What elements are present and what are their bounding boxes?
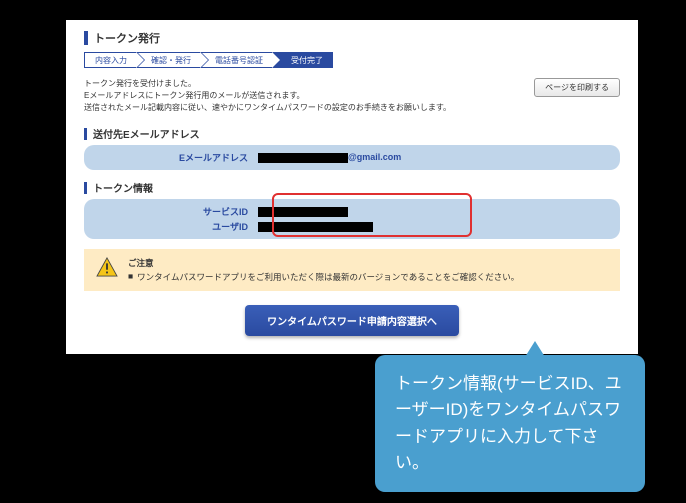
email-section-header: 送付先Eメールアドレス: [84, 126, 620, 141]
user-id-value: [258, 221, 606, 232]
print-page-button[interactable]: ページを印刷する: [534, 78, 620, 97]
token-section-header: トークン情報: [84, 180, 620, 195]
description-text: トークン発行を受付けました。 Eメールアドレスにトークン発行用のメールが送信され…: [84, 78, 451, 114]
warning-title: ご注意: [128, 257, 519, 269]
progress-steps: 内容入力 確認・発行 電話番号認証 受付完了: [84, 52, 620, 68]
page-title-text: トークン発行: [94, 30, 160, 46]
email-info-box: Eメールアドレス @gmail.com: [84, 145, 620, 170]
step-2: 確認・発行: [137, 52, 201, 68]
step-1: 内容入力: [84, 52, 137, 68]
desc-line-2: Eメールアドレスにトークン発行用のメールが送信されます。: [84, 90, 451, 102]
warning-bullet: ■ ワンタイムパスワードアプリをご利用いただく際は最新のバージョンであることをご…: [128, 271, 519, 283]
user-id-row: ユーザID: [98, 219, 606, 234]
step-3: 電話番号認証: [201, 52, 273, 68]
warning-text: ご注意 ■ ワンタイムパスワードアプリをご利用いただく際は最新のバージョンである…: [128, 257, 519, 283]
step-4-active: 受付完了: [273, 52, 333, 68]
redacted-user-id: [258, 222, 373, 232]
desc-line-1: トークン発行を受付けました。: [84, 78, 451, 90]
email-label: Eメールアドレス: [98, 151, 258, 164]
goto-otp-selection-button[interactable]: ワンタイムパスワード申請内容選択へ: [245, 305, 459, 336]
email-suffix: @gmail.com: [348, 152, 401, 162]
callout-text: トークン情報(サービスID、ユーザーID)をワンタイムパスワードアプリに入力して…: [395, 374, 622, 472]
token-info-box: サービスID ユーザID: [84, 199, 620, 239]
user-id-label: ユーザID: [98, 220, 258, 233]
instruction-callout: トークン情報(サービスID、ユーザーID)をワンタイムパスワードアプリに入力して…: [375, 355, 645, 492]
token-section-title: トークン情報: [93, 180, 153, 195]
token-issue-page: トークン発行 内容入力 確認・発行 電話番号認証 受付完了 トークン発行を受付け…: [66, 20, 638, 354]
service-id-label: サービスID: [98, 205, 258, 218]
warning-icon: [96, 257, 118, 282]
section-accent-bar: [84, 182, 87, 194]
email-value: @gmail.com: [258, 152, 606, 163]
service-id-value: [258, 206, 606, 217]
description-row: トークン発行を受付けました。 Eメールアドレスにトークン発行用のメールが送信され…: [84, 78, 620, 114]
redacted-email-local: [258, 153, 348, 163]
title-accent-bar: [84, 31, 88, 45]
email-row: Eメールアドレス @gmail.com: [98, 150, 606, 165]
warning-line: ワンタイムパスワードアプリをご利用いただく際は最新のバージョンであることをご確認…: [137, 271, 519, 283]
email-section-title: 送付先Eメールアドレス: [93, 126, 200, 141]
warning-box: ご注意 ■ ワンタイムパスワードアプリをご利用いただく際は最新のバージョンである…: [84, 249, 620, 291]
token-info-wrap: サービスID ユーザID: [84, 199, 620, 239]
section-accent-bar: [84, 128, 87, 140]
redacted-service-id: [258, 207, 348, 217]
page-title: トークン発行: [84, 30, 620, 46]
desc-line-3: 送信されたメール記載内容に従い、速やかにワンタイムパスワードの設定のお手続きをお…: [84, 102, 451, 114]
action-row: ワンタイムパスワード申請内容選択へ: [84, 305, 620, 336]
service-id-row: サービスID: [98, 204, 606, 219]
warning-bullet-mark: ■: [128, 271, 133, 283]
